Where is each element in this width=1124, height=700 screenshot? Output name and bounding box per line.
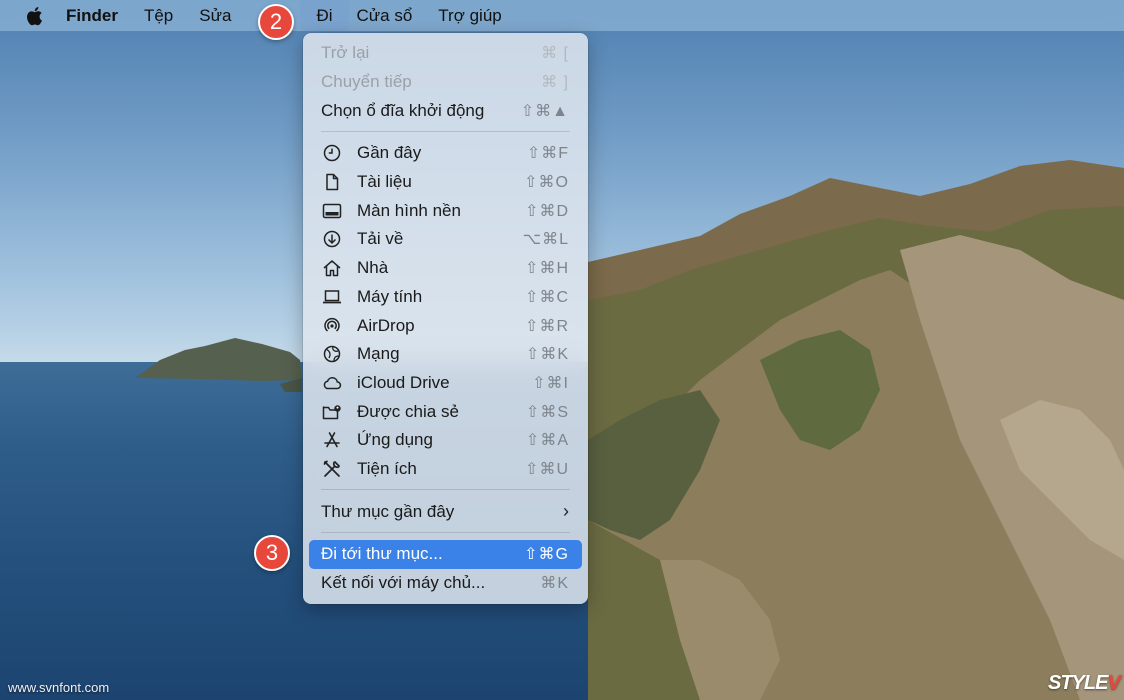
shortcut-label: ⌥⌘L xyxy=(522,231,569,249)
menu-item-label: iCloud Drive xyxy=(357,372,450,392)
desktop-icon xyxy=(321,200,343,222)
shortcut-label: ⇧⌘▲ xyxy=(520,102,569,120)
menu-item-forward[interactable]: Chuyển tiếp ⌘ ] xyxy=(303,68,588,97)
menu-item-label: Tài liệu xyxy=(357,172,412,192)
logo-text-a: STYLE xyxy=(1048,672,1108,694)
menu-item-shared[interactable]: Được chia sẻ ⇧⌘S xyxy=(303,397,588,426)
menu-item-label: Màn hình nền xyxy=(357,200,461,220)
menu-item-downloads[interactable]: Tải về ⌥⌘L xyxy=(303,225,588,254)
clock-icon xyxy=(321,142,343,164)
chevron-right-icon: › xyxy=(563,501,569,522)
menu-separator xyxy=(321,131,570,133)
menu-item-home[interactable]: Nhà ⇧⌘H xyxy=(303,254,588,283)
menu-item-utilities[interactable]: Tiện ích ⇧⌘U xyxy=(303,455,588,484)
menu-item-recent-folders[interactable]: Thư mục gần đây › xyxy=(303,497,588,526)
apple-logo-icon xyxy=(27,6,42,25)
download-icon xyxy=(321,228,343,250)
shortcut-label: ⇧⌘R xyxy=(525,317,569,335)
menu-separator xyxy=(321,489,570,491)
menu-go[interactable]: Đi xyxy=(300,0,349,31)
menu-item-connect-to-server[interactable]: Kết nối với máy chủ... ⌘K xyxy=(303,569,588,598)
home-icon xyxy=(321,257,343,279)
laptop-icon xyxy=(321,286,343,308)
shortcut-label: ⇧⌘S xyxy=(525,403,569,421)
menu-item-desktop[interactable]: Màn hình nền ⇧⌘D xyxy=(303,196,588,225)
menu-item-label: Được chia sẻ xyxy=(357,401,459,421)
menu-item-go-to-folder[interactable]: Đi tới thư mục... ⇧⌘G xyxy=(309,540,582,569)
menu-item-label: Tiện ích xyxy=(357,458,417,478)
app-store-icon xyxy=(321,429,343,451)
menu-item-label: Thư mục gần đây xyxy=(321,501,455,521)
menu-help[interactable]: Trợ giúp xyxy=(425,0,514,31)
cloud-icon xyxy=(321,372,343,394)
menu-item-label: Máy tính xyxy=(357,286,423,306)
menu-separator xyxy=(321,532,570,533)
shortcut-label: ⌘ [ xyxy=(541,45,569,63)
menu-item-label: Mạng xyxy=(357,344,400,364)
menu-item-label: Nhà xyxy=(357,258,389,278)
menu-bar: Finder Tệp Sửa Đi Cửa sổ Trợ giúp xyxy=(0,0,1124,31)
menu-item-label: AirDrop xyxy=(357,315,415,335)
shortcut-label: ⇧⌘C xyxy=(525,288,569,306)
watermark-text: www.svnfont.com xyxy=(8,680,110,695)
shortcut-label: ⇧⌘I xyxy=(532,374,569,392)
menu-finder[interactable]: Finder xyxy=(57,0,131,31)
menu-item-label: Tải về xyxy=(357,229,404,249)
menu-item-back[interactable]: Trở lại ⌘ [ xyxy=(303,39,588,68)
go-menu-dropdown: Trở lại ⌘ [ Chuyển tiếp ⌘ ] Chọn ổ đĩa k… xyxy=(303,33,588,604)
menu-item-airdrop[interactable]: AirDrop ⇧⌘R xyxy=(303,311,588,340)
menu-item-label: Chuyển tiếp xyxy=(321,72,412,92)
shortcut-label: ⇧⌘A xyxy=(525,432,569,450)
globe-icon xyxy=(321,343,343,365)
step-2-badge: 2 xyxy=(258,4,294,40)
tools-icon xyxy=(321,458,343,480)
shortcut-label: ⇧⌘U xyxy=(525,460,569,478)
menu-item-label: Chọn ổ đĩa khởi động xyxy=(321,100,485,120)
airdrop-icon xyxy=(321,315,343,337)
menu-item-label: Kết nối với máy chủ... xyxy=(321,573,486,593)
menu-edit[interactable]: Sửa xyxy=(186,0,255,31)
apple-menu[interactable] xyxy=(0,0,57,31)
menu-item-network[interactable]: Mạng ⇧⌘K xyxy=(303,340,588,369)
menu-item-documents[interactable]: Tài liệu ⇧⌘O xyxy=(303,168,588,197)
menu-item-icloud-drive[interactable]: iCloud Drive ⇧⌘I xyxy=(303,369,588,398)
shortcut-label: ⇧⌘F xyxy=(526,145,569,163)
shortcut-label: ⌘ ] xyxy=(541,74,569,92)
shortcut-label: ⇧⌘K xyxy=(525,346,569,364)
shortcut-label: ⇧⌘G xyxy=(524,546,569,564)
menu-item-label: Đi tới thư mục... xyxy=(321,544,443,564)
style-logo: STYLEV xyxy=(1048,672,1121,695)
shortcut-label: ⇧⌘H xyxy=(525,260,569,278)
shared-folder-icon xyxy=(321,401,343,423)
menu-item-label: Gần đây xyxy=(357,143,422,163)
menu-item-label: Trở lại xyxy=(321,43,370,63)
step-3-badge: 3 xyxy=(254,535,290,571)
menu-file[interactable]: Tệp xyxy=(131,0,186,31)
menu-item-recents[interactable]: Gần đây ⇧⌘F xyxy=(303,139,588,168)
menu-window[interactable]: Cửa sổ xyxy=(349,0,426,31)
document-icon xyxy=(321,171,343,193)
menu-item-applications[interactable]: Ứng dụng ⇧⌘A xyxy=(303,426,588,455)
logo-text-b: V xyxy=(1107,672,1120,694)
menu-item-label: Ứng dụng xyxy=(357,430,433,450)
shortcut-label: ⇧⌘D xyxy=(525,202,569,220)
menu-item-computer[interactable]: Máy tính ⇧⌘C xyxy=(303,283,588,312)
shortcut-label: ⇧⌘O xyxy=(524,174,569,192)
menu-item-startup-disk[interactable]: Chọn ổ đĩa khởi động ⇧⌘▲ xyxy=(303,96,588,125)
shortcut-label: ⌘K xyxy=(540,575,569,593)
